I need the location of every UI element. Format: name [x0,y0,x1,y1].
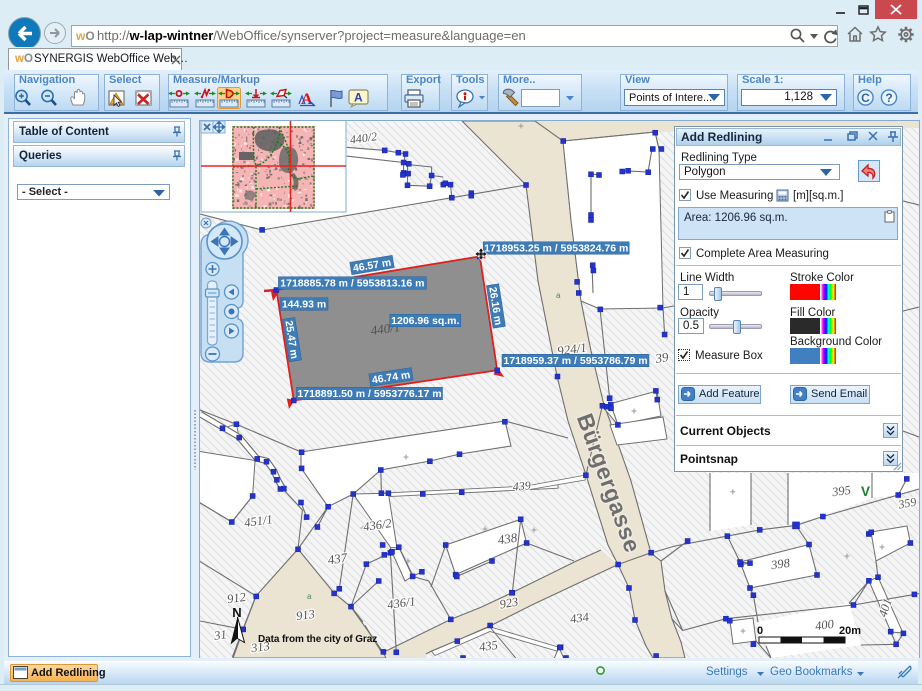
svg-text:39: 39 [653,349,669,366]
svg-text:437: 437 [327,550,349,568]
svg-text:a: a [556,291,561,300]
svg-text:395: 395 [830,483,852,500]
svg-text:1718953.25 m / 5953824.76 m: 1718953.25 m / 5953824.76 m [484,243,628,255]
svg-text:20m: 20m [839,625,861,637]
svg-text:1718885.78 m / 5953813.16 m: 1718885.78 m / 5953813.16 m [280,278,424,290]
svg-text:V: V [861,484,870,499]
svg-text:1206.96 sq.m.: 1206.96 sq.m. [391,315,459,327]
svg-text:439: 439 [512,478,531,493]
svg-text:438: 438 [497,530,519,548]
svg-text:398: 398 [769,556,791,573]
svg-text:434: 434 [569,610,590,626]
svg-text:144.93 m: 144.93 m [282,299,326,311]
svg-text:0: 0 [757,625,763,637]
svg-text:?: ? [885,91,892,105]
svg-text:1718891.50 m / 5953776.17 m: 1718891.50 m / 5953776.17 m [297,388,441,400]
svg-text:435: 435 [478,638,499,654]
svg-text:a: a [307,592,312,601]
svg-text:912: 912 [226,590,247,606]
svg-text:400: 400 [814,617,835,634]
svg-text:C: C [861,91,870,105]
svg-text:Data from the city of Graz: Data from the city of Graz [258,634,377,645]
svg-text:1718959.37 m / 5953786.79 m: 1718959.37 m / 5953786.79 m [503,355,647,367]
svg-text:31: 31 [212,627,227,643]
svg-text:913: 913 [295,607,316,623]
svg-text:A: A [354,91,363,105]
